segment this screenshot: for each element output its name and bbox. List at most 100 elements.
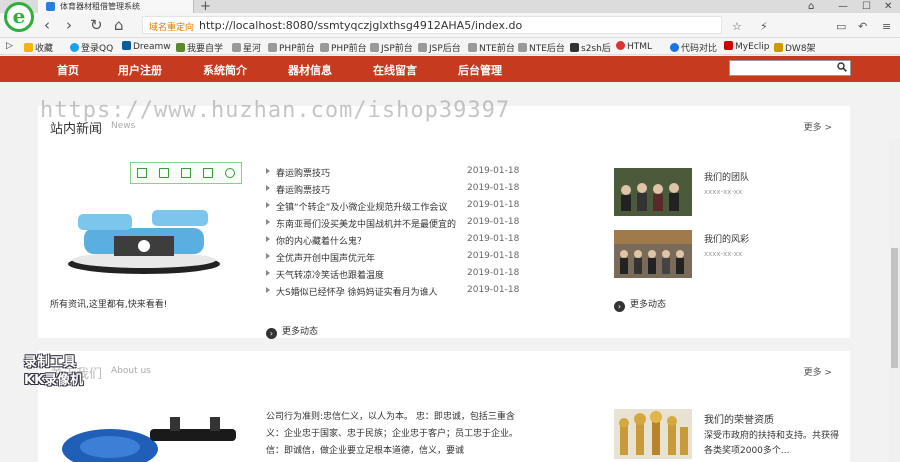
arrow-right-icon: ›: [266, 328, 277, 339]
news-item[interactable]: 大S婚似已经怀孕 徐妈妈证实看月为谁人 2019-01-18: [266, 285, 522, 301]
browser-tab[interactable]: 体育器材租借管理系统 ×: [38, 0, 194, 13]
bullet-icon: [266, 270, 270, 276]
news-item[interactable]: 春运购票技巧 2019-01-18: [266, 183, 522, 199]
bookmarks-bar: ▷ 收藏 登录QQ Dreamw 我要自学 星河 PHP前台 PHP前台 JSP…: [0, 38, 900, 55]
news-more-dynamic[interactable]: › 更多动态: [266, 324, 318, 339]
team-photo[interactable]: [614, 168, 692, 216]
team-date: xxxx-xx-xx: [704, 188, 743, 196]
bookmark-item[interactable]: NTE后台: [518, 41, 565, 54]
nav-equipment[interactable]: 器材信息: [288, 62, 332, 78]
bookmark-item[interactable]: JSP后台: [418, 41, 461, 54]
team-link[interactable]: 我们的团队: [704, 170, 749, 183]
lightning-icon[interactable]: ⚡: [760, 19, 768, 35]
minimize-icon[interactable]: —: [838, 0, 848, 13]
search-icon[interactable]: [837, 62, 847, 72]
bookmark-item[interactable]: 星河: [232, 41, 261, 54]
about-subtitle: About us: [111, 366, 151, 376]
bookmark-item[interactable]: s2sh后: [570, 41, 611, 54]
browser-tabbar: 体育器材租借管理系统 × + ⌂ — ☐ ✕: [0, 0, 900, 14]
reload-icon[interactable]: ↻: [90, 17, 103, 33]
nav-message[interactable]: 在线留言: [373, 62, 417, 78]
style-photo[interactable]: [614, 230, 692, 278]
page-icon: [468, 43, 477, 52]
forward-icon[interactable]: ›: [66, 17, 72, 33]
news-caption: 所有资讯,这里都有,快来看看!: [50, 300, 168, 310]
address-bar[interactable]: 域名重定向 http://localhost:8080/ssmtyqczjglx…: [142, 16, 722, 34]
bookmark-item[interactable]: PHP前台: [268, 41, 315, 54]
news-item[interactable]: 东南亚哥们没买美龙中国战机并不是最便宜的 2019-01-18: [266, 217, 522, 233]
news-item[interactable]: 全优声开创中国声优元年 2019-01-18: [266, 251, 522, 267]
back-icon[interactable]: ‹: [44, 17, 50, 33]
bookmark-item[interactable]: MyEclip: [724, 41, 769, 52]
bookmark-item[interactable]: 登录QQ: [70, 41, 113, 54]
bullet-icon: [266, 219, 270, 225]
shirt-icon[interactable]: ⌂: [808, 0, 814, 13]
recorder-line: KK录像机: [24, 373, 84, 388]
honor-title[interactable]: 我们的荣誉资质: [704, 411, 774, 426]
news-item[interactable]: 你的内心藏着什么鬼？ 2019-01-18: [266, 234, 522, 250]
bullet-icon: [266, 202, 270, 208]
undo-icon[interactable]: ↶: [858, 19, 867, 35]
about-more-link[interactable]: 更多 >: [804, 365, 832, 378]
browser-logo-icon: e: [4, 2, 34, 32]
menu-icon[interactable]: ≡: [882, 19, 891, 35]
honor-desc: 深受市政府的扶持和支持。共获得各类奖项2000多个...: [704, 431, 840, 456]
maximize-icon[interactable]: ☐: [862, 0, 871, 13]
nav-register[interactable]: 用户注册: [118, 62, 162, 78]
bookmark-item[interactable]: 我要自学: [176, 41, 223, 54]
star-icon: [24, 43, 33, 52]
bookmark-item[interactable]: Dreamw: [122, 41, 171, 52]
page-icon: [232, 43, 241, 52]
news-item[interactable]: 全镇“个转企”及小微企业规范升级工作会议 2019-01-18: [266, 200, 522, 216]
globe-icon: [670, 43, 679, 52]
bookmarks-toggle-icon[interactable]: ▷: [6, 41, 13, 51]
style-link[interactable]: 我们的风彩: [704, 232, 749, 245]
reader-icon[interactable]: ▭: [836, 19, 846, 35]
bookmark-item[interactable]: DW8架: [774, 41, 816, 54]
recorder-watermark: 录制工具 KK录像机: [24, 354, 83, 390]
news-item[interactable]: 春运购票技巧 2019-01-18: [266, 166, 522, 182]
side-more-dynamic[interactable]: › 更多动态: [614, 297, 666, 312]
news-panel: 站内新闻 News 更多 > 所有资讯,这里都有,快来看看! 春运购票技巧 201…: [38, 106, 850, 339]
news-item[interactable]: 天气转凉冷笑话也跟着温度 2019-01-18: [266, 268, 522, 284]
website: 首页 用户注册 系统简介 器材信息 在线留言 后台管理 站内新闻 News 更多…: [0, 56, 900, 462]
page-icon: [518, 43, 527, 52]
address-tag: 域名重定向: [149, 23, 195, 33]
nav-about-system[interactable]: 系统简介: [203, 62, 247, 78]
scrollbar-thumb[interactable]: [891, 248, 898, 368]
bookmark-item[interactable]: HTML: [616, 41, 652, 52]
copy-icon[interactable]: [137, 168, 147, 178]
bookmark-item[interactable]: 收藏: [24, 41, 53, 54]
home-icon[interactable]: ⌂: [114, 17, 124, 33]
honor-image[interactable]: [614, 409, 692, 459]
style-date: xxxx-xx-xx: [704, 250, 743, 258]
stepper-machine-image: [68, 210, 220, 274]
globe-icon: [70, 43, 79, 52]
close-window-icon[interactable]: ✕: [884, 0, 892, 13]
page-icon: [724, 41, 733, 50]
bookmark-item[interactable]: PHP前台: [320, 41, 367, 54]
html-icon: [616, 41, 625, 50]
expand-icon[interactable]: [159, 168, 169, 178]
tab-title: 体育器材租借管理系统: [60, 2, 140, 11]
bookmark-item[interactable]: 代码对比: [670, 41, 717, 54]
share-icon[interactable]: [203, 168, 213, 178]
nav-home[interactable]: 首页: [57, 62, 79, 78]
star-icon[interactable]: ☆: [732, 19, 742, 35]
page-icon: [268, 43, 277, 52]
page-icon: [774, 43, 783, 52]
address-url[interactable]: http://localhost:8080/ssmtyqczjglxthsg49…: [199, 19, 522, 32]
recorder-line: 录制工具: [24, 355, 77, 370]
page-icon: [320, 43, 329, 52]
favicon-icon: [46, 2, 55, 11]
save-icon[interactable]: [181, 168, 191, 178]
arrow-right-icon: ›: [614, 301, 625, 312]
page-scrollbar[interactable]: [889, 138, 900, 462]
bookmark-item[interactable]: JSP前台: [370, 41, 413, 54]
nav-admin[interactable]: 后台管理: [458, 62, 502, 78]
new-tab-icon[interactable]: +: [200, 0, 211, 14]
settings-icon[interactable]: [225, 168, 235, 178]
news-more-link[interactable]: 更多 >: [804, 120, 832, 133]
search-box[interactable]: [729, 60, 851, 76]
bookmark-item[interactable]: NTE前台: [468, 41, 515, 54]
